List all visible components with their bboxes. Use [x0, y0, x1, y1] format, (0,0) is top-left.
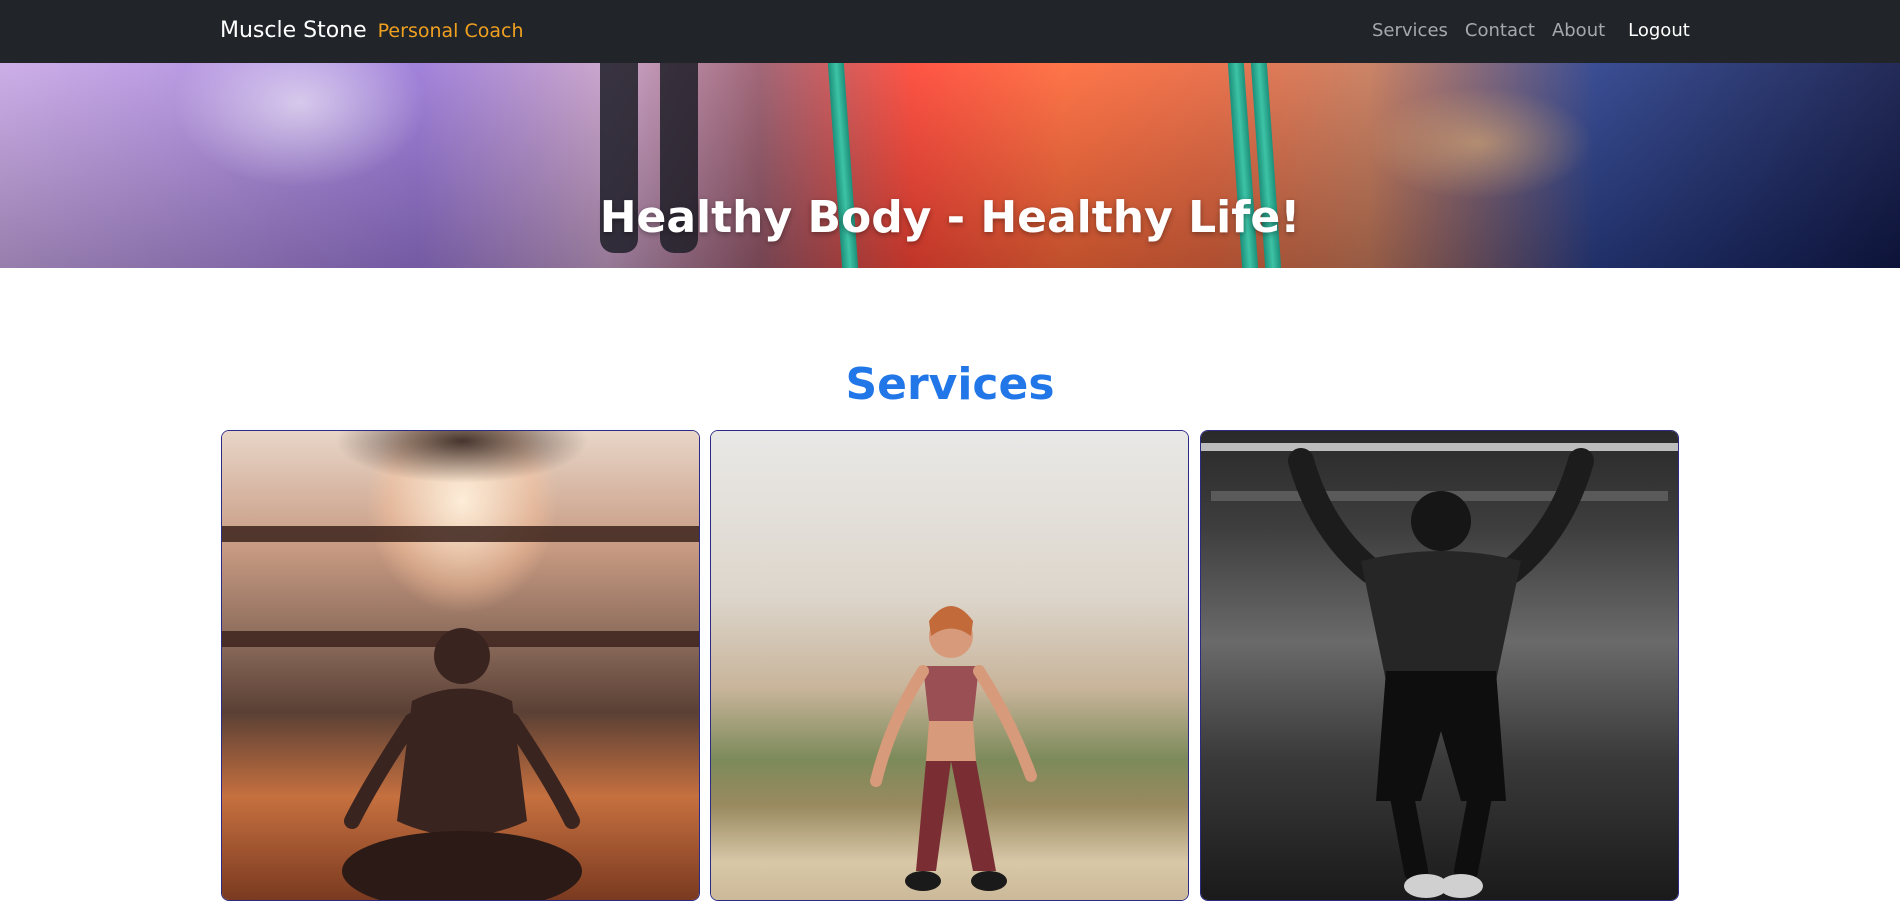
hero-title: Healthy Body - Healthy Life! — [599, 192, 1301, 244]
man-pull-ups-photo — [1201, 431, 1678, 900]
meditation-sunset-photo — [222, 431, 699, 900]
services-heading: Services — [845, 358, 1055, 410]
brand-subtitle: Personal Coach — [377, 20, 524, 42]
woman-jumping-training-photo — [711, 431, 1188, 900]
top-navbar: Muscle Stone Personal Coach Services Con… — [0, 0, 1900, 63]
rail-shape — [222, 526, 699, 542]
brand-link[interactable]: Muscle Stone Personal Coach — [220, 18, 524, 43]
logout-link[interactable]: Logout — [1628, 20, 1690, 41]
service-card-strength[interactable] — [1200, 430, 1679, 901]
nav-link-services[interactable]: Services — [1372, 20, 1448, 41]
meditation-silhouette — [342, 628, 582, 900]
service-card-meditation[interactable] — [221, 430, 700, 901]
main-nav: Services Contact About Logout — [1372, 20, 1690, 41]
pullup-figure — [1288, 448, 1594, 898]
service-card-fitness[interactable] — [710, 430, 1189, 901]
brand-name: Muscle Stone — [220, 18, 367, 43]
jumping-figure — [870, 606, 1037, 891]
hero-carousel: Healthy Body - Healthy Life! — [0, 63, 1900, 268]
nav-link-contact[interactable]: Contact — [1465, 20, 1535, 41]
nav-link-about[interactable]: About — [1552, 20, 1605, 41]
